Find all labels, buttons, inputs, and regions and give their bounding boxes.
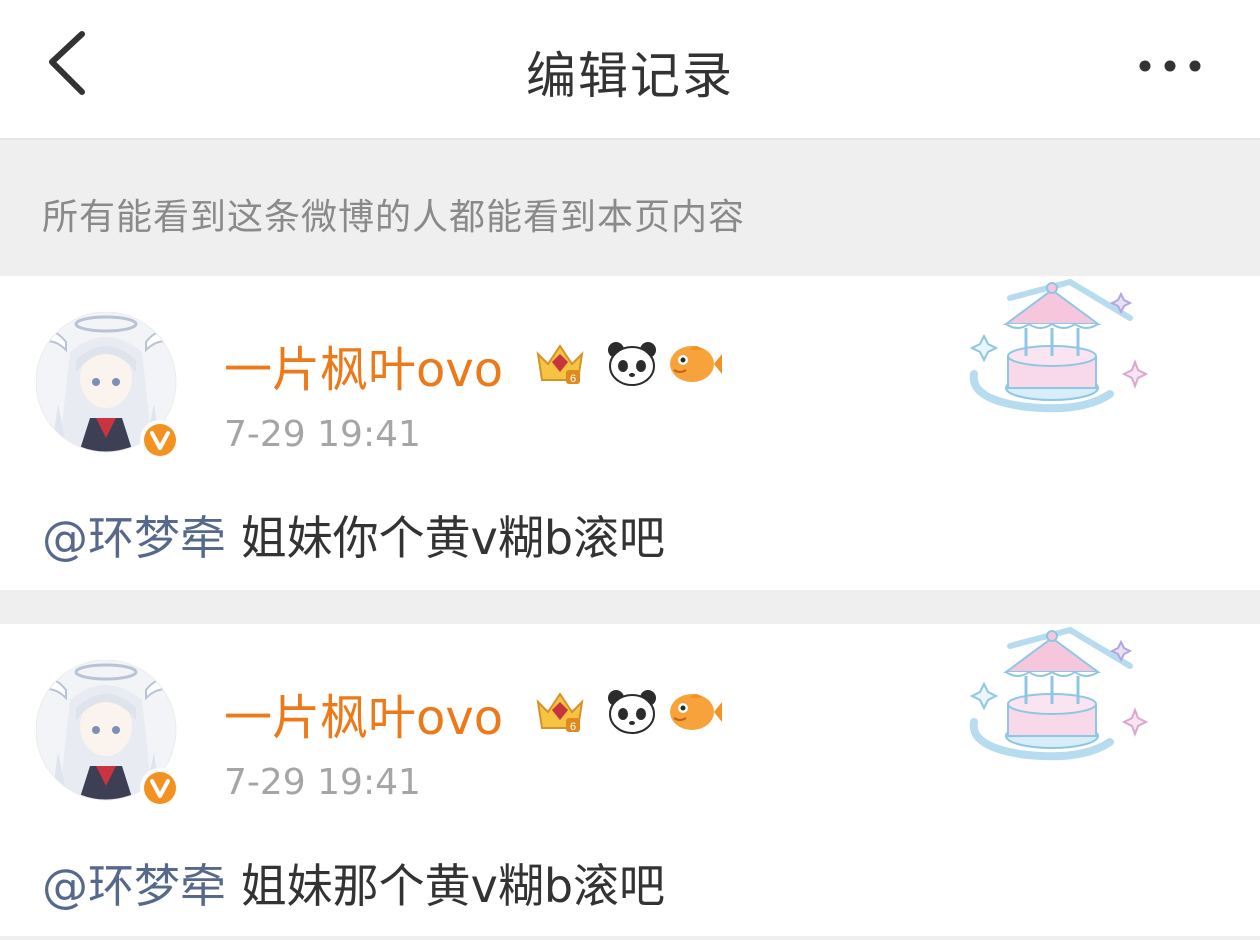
content-text: 姐妹你个黄v糊b滚吧	[226, 511, 666, 565]
avatar-image	[35, 311, 180, 460]
carousel-decoration-icon	[969, 278, 1149, 413]
svg-text:6: 6	[570, 373, 576, 385]
panda-icon[interactable]	[604, 684, 660, 740]
post-content: @环梦牵 姐妹那个黄v糊b滚吧	[42, 850, 665, 916]
divider	[0, 590, 1260, 624]
verified-v-icon	[140, 768, 180, 808]
top-bar: 编辑记录	[0, 0, 1260, 140]
panda-icon[interactable]	[604, 336, 660, 392]
timestamp: 7-29 19:41	[224, 414, 421, 455]
notice-text: 所有能看到这条微博的人都能看到本页内容	[42, 197, 746, 238]
edit-history-screen: 编辑记录 所有能看到这条微博的人都能看到本页内容 一片枫叶ovo 6 7-29 …	[0, 0, 1260, 940]
username[interactable]: 一片枫叶ovo	[224, 678, 503, 748]
crown-level-6-icon[interactable]: 6	[532, 684, 588, 740]
page-title: 编辑记录	[526, 47, 734, 105]
fish-icon[interactable]	[666, 336, 722, 392]
mention-link[interactable]: @环梦牵	[42, 511, 226, 565]
crown-level-6-icon[interactable]: 6	[532, 336, 588, 392]
timestamp: 7-29 19:41	[224, 762, 421, 803]
verified-v-icon	[140, 420, 180, 460]
more-options-button[interactable]	[1130, 36, 1220, 96]
avatar-image	[35, 659, 180, 808]
more-dots-icon	[1139, 60, 1201, 72]
username[interactable]: 一片枫叶ovo	[224, 330, 503, 400]
post-content: @环梦牵 姐妹你个黄v糊b滚吧	[42, 502, 665, 568]
avatar[interactable]	[35, 659, 186, 810]
carousel-decoration-icon	[969, 626, 1149, 761]
edit-record[interactable]: 一片枫叶ovo 6 7-29 19:41	[0, 624, 1260, 938]
divider	[0, 936, 1260, 940]
mention-link[interactable]: @环梦牵	[42, 859, 226, 913]
visibility-notice: 所有能看到这条微博的人都能看到本页内容	[0, 140, 1260, 276]
svg-text:6: 6	[570, 721, 576, 733]
avatar[interactable]	[35, 311, 186, 462]
content-text: 姐妹那个黄v糊b滚吧	[226, 859, 666, 913]
edit-record[interactable]: 一片枫叶ovo 6 7-29 19:41	[0, 276, 1260, 590]
fish-icon[interactable]	[666, 684, 722, 740]
